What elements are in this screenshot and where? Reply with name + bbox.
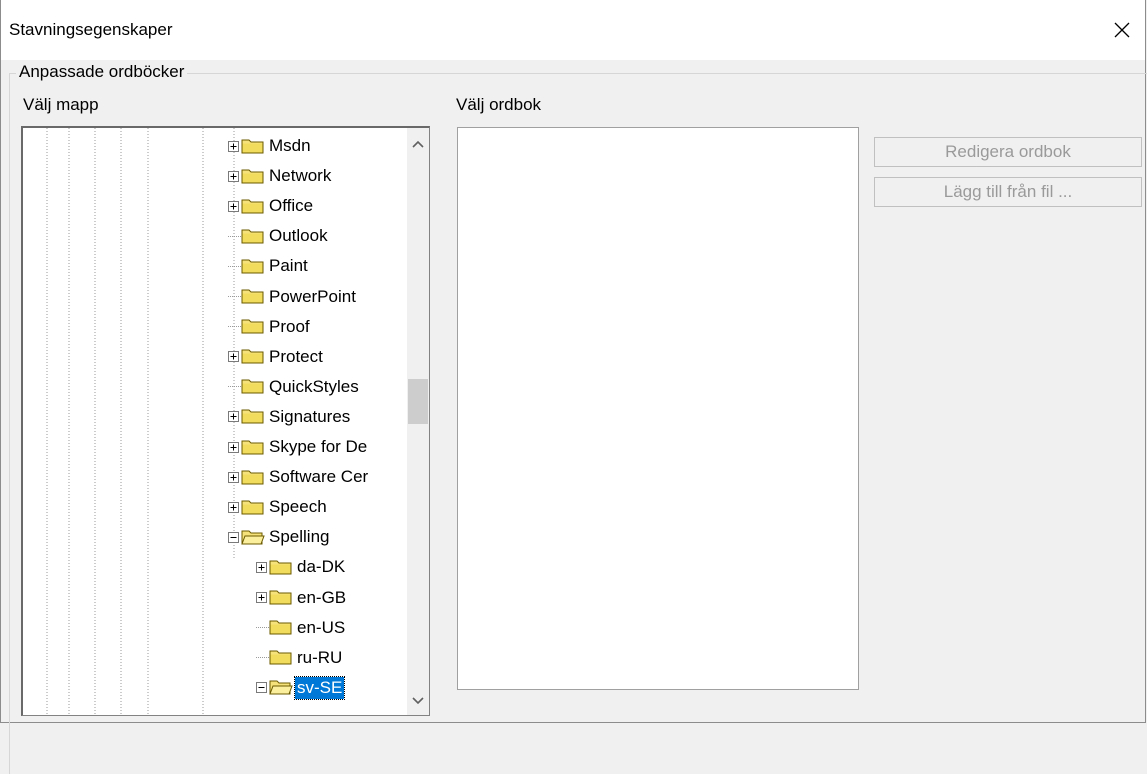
folder-icon — [241, 229, 264, 244]
folder-icon — [241, 169, 264, 184]
tree-connector — [228, 386, 241, 388]
tree-connector — [228, 296, 241, 297]
tree-node[interactable]: Office — [228, 194, 315, 218]
tree-node-label: Protect — [269, 346, 323, 366]
plus-box-icon[interactable] — [228, 200, 239, 212]
tree-node-label: Speech — [269, 497, 327, 517]
plus-box-icon[interactable] — [228, 471, 239, 483]
tree-node-label: Software Cer — [269, 467, 369, 487]
tree-node[interactable]: Spelling — [228, 525, 332, 549]
dictionary-label: Välj ordbok — [456, 95, 542, 114]
tree-node[interactable]: Speech — [228, 495, 329, 519]
tree-node[interactable]: en-GB — [256, 586, 348, 610]
close-button[interactable] — [1099, 10, 1145, 50]
tree-node[interactable]: Software Cer — [228, 465, 370, 489]
plus-box-icon[interactable] — [228, 351, 239, 363]
minus-box-icon[interactable] — [256, 682, 267, 694]
tree-node-label: sv-SE — [293, 675, 346, 700]
tree-node-label: QuickStyles — [269, 376, 359, 396]
close-icon — [1114, 22, 1130, 38]
tree-connector — [256, 657, 269, 659]
tree-node[interactable]: Msdn — [228, 134, 313, 158]
tree-node[interactable]: Signatures — [228, 405, 352, 429]
tree-node[interactable]: Network — [228, 164, 333, 188]
folder-tree[interactable]: Msdn Network Office Outlook Paint PowerPoint P… — [21, 126, 430, 716]
tree-node-label: Skype for De — [269, 437, 368, 456]
tree-node[interactable]: en-US — [256, 616, 347, 640]
tree-node[interactable]: da-DK — [256, 555, 347, 579]
plus-box-icon[interactable] — [228, 411, 239, 423]
tree-node-label: Outlook — [269, 226, 328, 246]
folder-icon — [269, 590, 292, 605]
tree-node-label: en-US — [297, 617, 346, 637]
tree-connector — [228, 235, 241, 237]
scroll-thumb[interactable] — [408, 379, 428, 424]
folder-icon — [269, 680, 293, 695]
title-bar: Stavningsegenskaper — [1, 0, 1145, 60]
folder-icon — [241, 349, 264, 364]
folder-icon — [269, 620, 292, 635]
plus-box-icon[interactable] — [256, 592, 267, 603]
tree-node[interactable]: ru-RU — [256, 646, 344, 670]
folder-icon — [241, 259, 264, 274]
folder-icon — [241, 409, 264, 424]
scroll-up-button[interactable] — [407, 132, 429, 156]
tree-scrollbar[interactable] — [407, 128, 429, 715]
tree-node[interactable]: PowerPoint — [228, 285, 358, 309]
folder-icon — [241, 379, 264, 394]
tree-node-label: da-DK — [297, 557, 346, 577]
tree-node-label: ru-RU — [297, 647, 343, 667]
folder-icon — [241, 500, 264, 515]
plus-box-icon[interactable] — [228, 140, 239, 152]
group-legend: Anpassade ordböcker — [16, 62, 188, 82]
tree-node[interactable]: Skype for De — [228, 435, 369, 459]
tree-connector — [228, 326, 241, 328]
tree-node[interactable]: QuickStyles — [228, 375, 361, 399]
tree-node-label: en-GB — [297, 587, 347, 607]
tree-node-label: Paint — [269, 256, 308, 276]
folder-icon — [241, 319, 264, 334]
spelling-properties-dialog: Stavningsegenskaper Anpassade ordböcker … — [0, 0, 1147, 774]
folder-icon — [241, 139, 264, 153]
tree-node[interactable]: Protect — [228, 345, 325, 369]
tree-connector — [256, 627, 269, 629]
add-from-file-button[interactable]: Lägg till från fil ... — [874, 177, 1142, 207]
window-title: Stavningsegenskaper — [9, 20, 173, 39]
tree-node-label: Proof — [269, 316, 310, 336]
tree-node-label: Msdn — [269, 136, 311, 155]
plus-box-icon[interactable] — [228, 441, 239, 453]
edit-dictionary-button[interactable]: Redigera ordbok — [874, 137, 1142, 167]
folder-icon — [241, 470, 264, 485]
folder-icon — [241, 289, 264, 304]
folder-icon — [269, 650, 292, 665]
plus-box-icon[interactable] — [228, 501, 239, 513]
dictionary-list[interactable] — [457, 127, 859, 690]
tree-node[interactable]: Proof — [228, 315, 312, 339]
minus-box-icon[interactable] — [228, 531, 239, 543]
tree-node[interactable]: Outlook — [228, 224, 330, 248]
tree-guide-lines — [46, 128, 235, 715]
folder-icon — [241, 199, 264, 214]
tree-node-label: Network — [269, 166, 332, 186]
folder-icon — [241, 440, 264, 454]
folder-icon — [269, 560, 292, 575]
folder-label: Välj mapp — [23, 95, 99, 114]
tree-node[interactable]: sv-SE — [256, 675, 346, 700]
tree-node-label: Office — [269, 196, 314, 216]
tree-node-label: Signatures — [269, 406, 351, 426]
scroll-down-button[interactable] — [407, 689, 429, 713]
plus-box-icon[interactable] — [256, 561, 267, 573]
plus-box-icon[interactable] — [228, 170, 239, 182]
tree-connector — [228, 265, 241, 267]
tree-node-label: PowerPoint — [269, 286, 356, 306]
tree-node-label: Spelling — [269, 527, 330, 547]
tree-node[interactable]: Paint — [228, 254, 310, 278]
chevron-up-icon — [412, 140, 424, 148]
folder-icon — [241, 530, 265, 545]
chevron-down-icon — [412, 697, 424, 705]
